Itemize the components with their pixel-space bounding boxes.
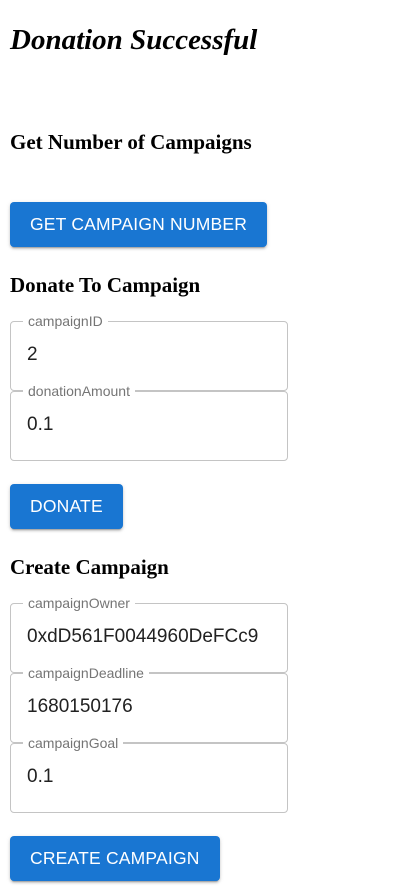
campaign-goal-field[interactable]: campaignGoal [10, 734, 288, 813]
get-campaign-number-button[interactable]: GET CAMPAIGN NUMBER [10, 202, 268, 247]
campaign-id-input[interactable] [27, 340, 271, 370]
get-campaigns-heading: Get Number of Campaigns [10, 130, 252, 154]
create-campaign-button[interactable]: CREATE CAMPAIGN [10, 836, 220, 881]
donate-heading: Donate To Campaign [10, 273, 201, 297]
campaign-owner-label: campaignOwner [23, 594, 135, 612]
create-campaign-heading: Create Campaign [10, 555, 169, 579]
campaign-deadline-input[interactable] [27, 692, 271, 722]
donate-button[interactable]: DONATE [10, 484, 123, 529]
campaign-goal-label: campaignGoal [23, 734, 124, 752]
campaign-deadline-field[interactable]: campaignDeadline [10, 664, 288, 743]
donation-status-message: Donation Successful [10, 24, 258, 56]
campaign-owner-field[interactable]: campaignOwner [10, 594, 288, 673]
campaign-goal-input[interactable] [27, 762, 271, 792]
campaign-id-field[interactable]: campaignID [10, 312, 288, 391]
donation-amount-field[interactable]: donationAmount [10, 382, 288, 461]
donation-amount-input[interactable] [27, 410, 271, 440]
campaign-id-label: campaignID [23, 312, 108, 330]
donation-amount-label: donationAmount [23, 382, 135, 400]
campaign-deadline-label: campaignDeadline [23, 664, 149, 682]
campaign-owner-input[interactable] [27, 622, 271, 652]
